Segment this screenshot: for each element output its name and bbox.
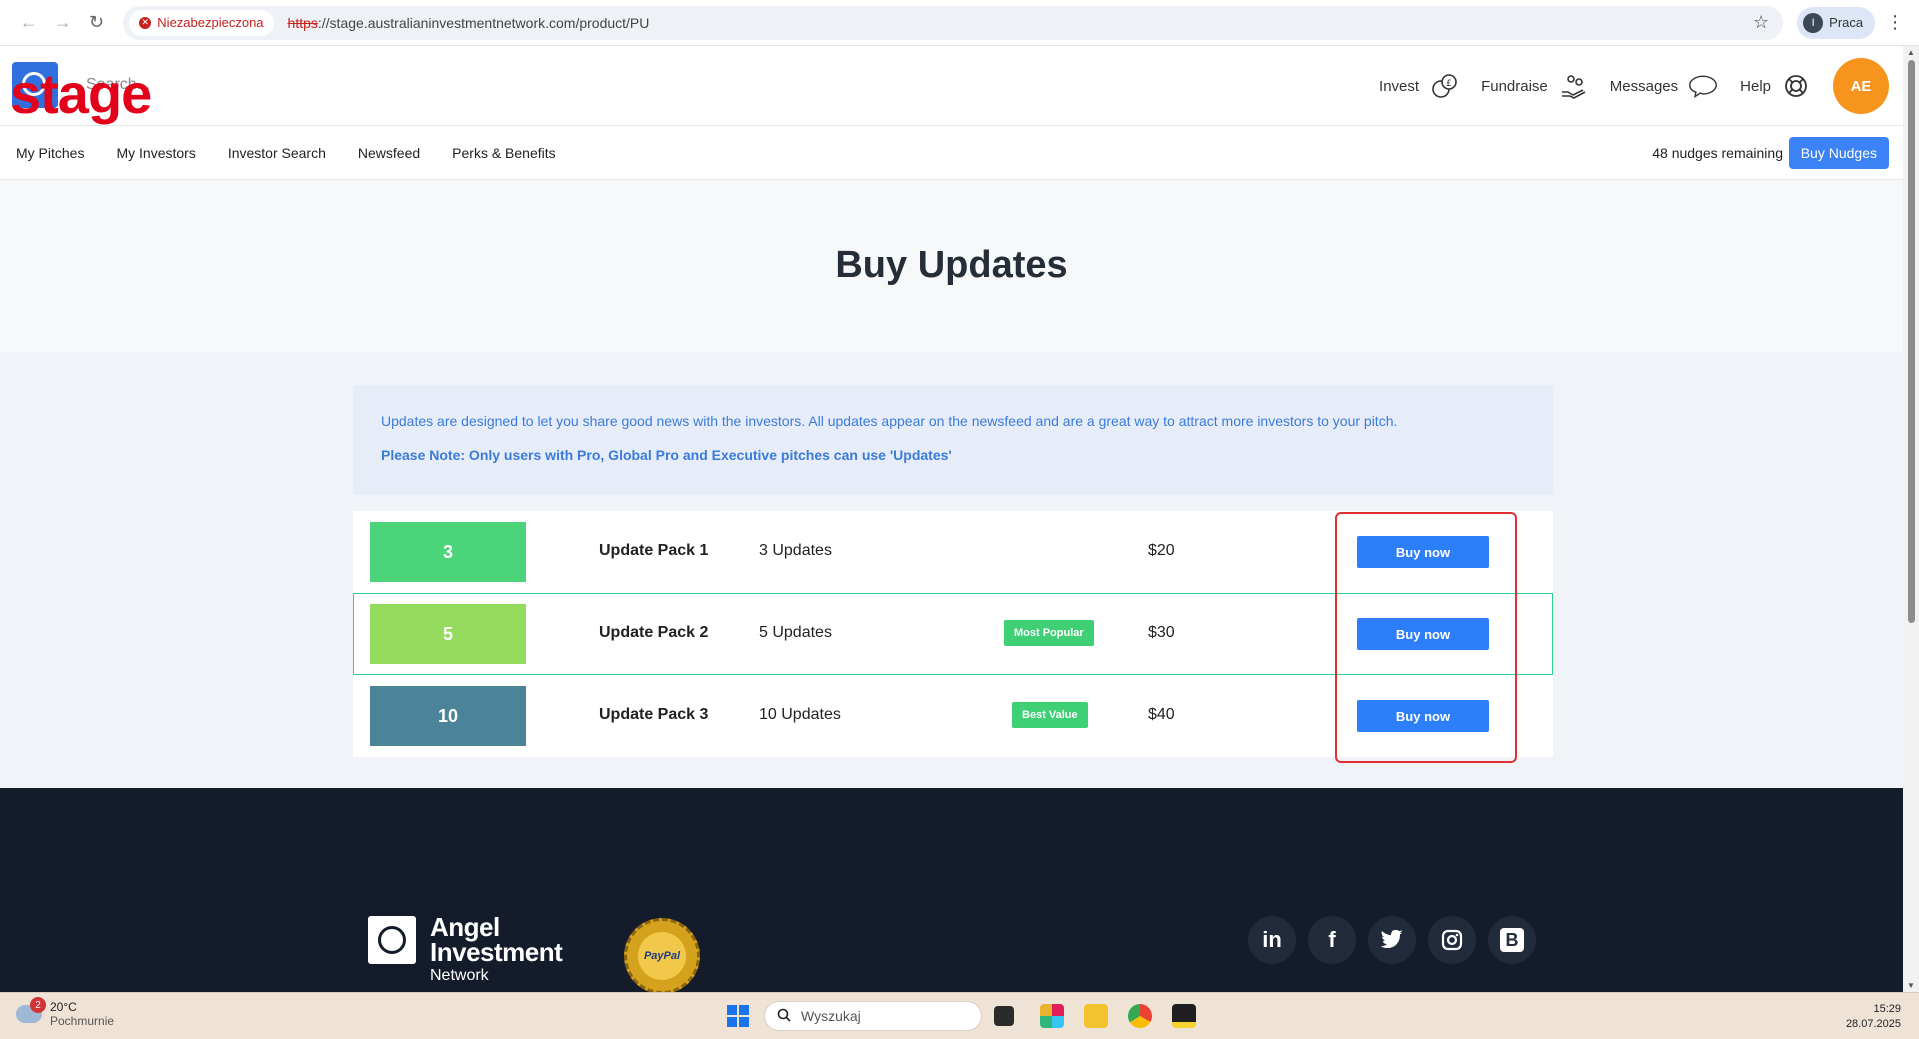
nudges-remaining: 48 nudges remaining <box>1652 145 1783 161</box>
pack-quantity: 3 Updates <box>759 542 832 559</box>
top-nav: Invest £ Fundraise Messages Help AE <box>1379 58 1889 114</box>
facebook-icon[interactable]: f <box>1308 916 1356 964</box>
notice-note: Please Note: Only users with Pro, Global… <box>381 447 952 463</box>
instagram-icon[interactable] <box>1428 916 1476 964</box>
blog-icon[interactable]: B <box>1488 916 1536 964</box>
system-clock[interactable]: 15:29 28.07.2025 <box>1846 1002 1901 1032</box>
svg-text:£: £ <box>1446 79 1452 89</box>
nav-help-label: Help <box>1740 77 1771 95</box>
messages-icon <box>1688 71 1718 101</box>
subnav-newsfeed[interactable]: Newsfeed <box>358 145 420 161</box>
most-popular-badge: Most Popular <box>1004 620 1094 646</box>
page-title: Buy Updates <box>835 244 1068 286</box>
windows-taskbar: 2 20°C Pochmurnie Wyszukaj 15:29 28.07.2… <box>0 992 1919 1039</box>
user-avatar[interactable]: AE <box>1833 58 1889 114</box>
cloud-icon: 2 <box>16 997 46 1023</box>
scrollbar-thumb[interactable] <box>1908 60 1915 623</box>
taskbar-search-placeholder: Wyszukaj <box>801 1008 861 1024</box>
annotation-highlight <box>1335 512 1517 763</box>
weather-condition: Pochmurnie <box>50 1014 115 1028</box>
subnav-perks-benefits[interactable]: Perks & Benefits <box>452 145 556 161</box>
forward-icon[interactable]: → <box>46 6 80 40</box>
subnav-investor-search[interactable]: Investor Search <box>228 145 326 161</box>
url-text[interactable]: https://stage.australianinvestmentnetwor… <box>288 15 650 31</box>
pack-count-tile: 5 <box>370 604 526 664</box>
pack-name: Update Pack 2 <box>599 624 709 641</box>
footer-brand[interactable]: Angel Investment Network <box>430 914 563 987</box>
security-label: Niezabezpieczona <box>157 15 264 30</box>
browser-toolbar: ← → ↻ ✕ Niezabezpieczona https://stage.a… <box>0 0 1919 46</box>
page-hero: Buy Updates <box>0 180 1903 352</box>
profile-name: Praca <box>1829 15 1864 30</box>
browser-menu-icon[interactable]: ⋮ <box>1883 12 1907 33</box>
stage-label: stage <box>10 62 152 125</box>
pack-price: $40 <box>1148 706 1175 723</box>
pack-count-tile: 3 <box>370 522 526 582</box>
reload-icon[interactable]: ↻ <box>80 6 114 40</box>
windows-start-icon[interactable] <box>727 1005 749 1027</box>
weather-badge: 2 <box>30 997 46 1013</box>
pack-quantity: 10 Updates <box>759 706 841 723</box>
weather-widget[interactable]: 2 20°C Pochmurnie <box>16 997 115 1028</box>
pack-quantity: 5 Updates <box>759 624 832 641</box>
subnav-my-investors[interactable]: My Investors <box>116 145 195 161</box>
pack-count-tile: 10 <box>370 686 526 746</box>
file-explorer-icon[interactable] <box>1084 1004 1108 1028</box>
scroll-down-icon[interactable]: ▼ <box>1907 981 1915 990</box>
nav-fundraise[interactable]: Fundraise <box>1481 71 1588 101</box>
pack-name: Update Pack 3 <box>599 706 709 723</box>
sub-nav: My Pitches My Investors Investor Search … <box>0 126 1903 180</box>
site-footer: Angel Investment Network PayPal in f B <box>0 788 1903 994</box>
updates-notice: Updates are designed to let you share go… <box>353 385 1553 495</box>
buy-nudges-button[interactable]: Buy Nudges <box>1788 137 1889 169</box>
weather-temp: 20°C <box>50 1000 77 1014</box>
linkedin-icon[interactable]: in <box>1248 916 1296 964</box>
page-scrollbar[interactable]: ▲ ▼ <box>1903 46 1919 992</box>
nav-messages-label: Messages <box>1609 77 1679 95</box>
nav-messages[interactable]: Messages <box>1610 71 1718 101</box>
pack-price: $30 <box>1148 624 1175 641</box>
task-view-icon[interactable] <box>994 1006 1014 1026</box>
chrome-icon[interactable] <box>1128 1004 1152 1028</box>
subnav-my-pitches[interactable]: My Pitches <box>16 145 84 161</box>
help-icon <box>1781 71 1811 101</box>
pack-price: $20 <box>1148 542 1175 559</box>
address-bar[interactable]: ✕ Niezabezpieczona https://stage.austral… <box>123 5 1784 40</box>
profile-avatar: I <box>1803 12 1824 33</box>
clock-time: 15:29 <box>1873 1003 1901 1015</box>
fundraise-icon <box>1558 71 1588 101</box>
sticky-notes-icon[interactable] <box>1172 1004 1196 1028</box>
nav-invest-label: Invest <box>1379 77 1420 95</box>
best-value-badge: Best Value <box>1012 702 1088 728</box>
invest-icon: £ <box>1429 71 1459 101</box>
nav-invest[interactable]: Invest £ <box>1379 71 1459 101</box>
security-chip[interactable]: ✕ Niezabezpieczona <box>129 9 274 36</box>
back-icon[interactable]: ← <box>12 6 46 40</box>
nav-help[interactable]: Help <box>1740 71 1811 101</box>
clock-date: 28.07.2025 <box>1845 1018 1901 1030</box>
notice-text: Updates are designed to let you share go… <box>381 413 1398 429</box>
footer-logo-icon[interactable] <box>368 916 416 964</box>
scroll-up-icon[interactable]: ▲ <box>1907 48 1915 57</box>
profile-button[interactable]: I Praca <box>1797 6 1876 39</box>
search-icon <box>777 1008 791 1025</box>
not-secure-icon: ✕ <box>139 16 152 29</box>
pack-name: Update Pack 1 <box>599 542 709 559</box>
slack-icon[interactable] <box>1040 1004 1064 1028</box>
bookmark-star-icon[interactable]: ☆ <box>1753 12 1769 33</box>
site-header: Search... stage Invest £ Fundraise Messa… <box>0 46 1903 126</box>
nav-fundraise-label: Fundraise <box>1481 77 1548 95</box>
paypal-verified-seal: PayPal <box>624 918 700 994</box>
twitter-icon[interactable] <box>1368 916 1416 964</box>
taskbar-search[interactable]: Wyszukaj <box>764 1001 982 1031</box>
